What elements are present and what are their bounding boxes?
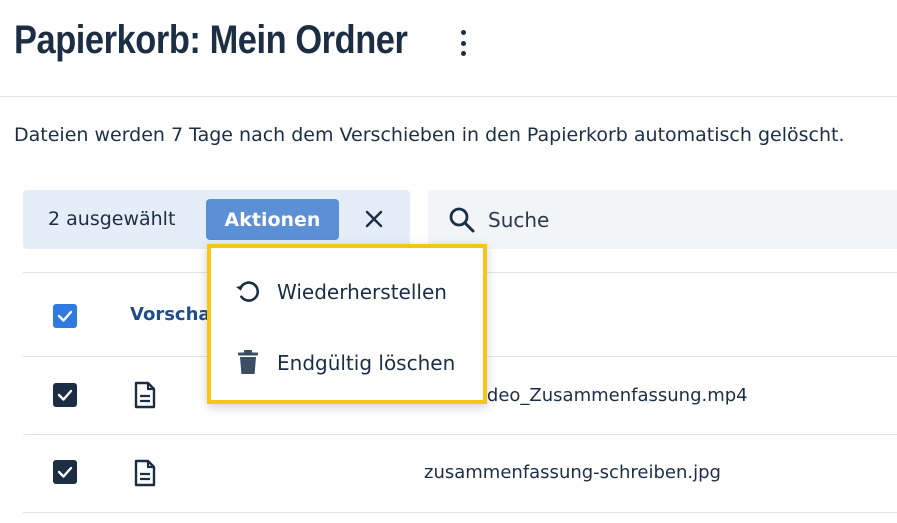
- selection-count: 2 ausgewählt: [48, 208, 176, 230]
- menu-item-restore[interactable]: Wiederherstellen: [211, 262, 483, 322]
- page-title: Papierkorb: Mein Ordner: [14, 18, 408, 62]
- menu-item-label: Endgültig löschen: [277, 351, 456, 375]
- actions-menu: Wiederherstellen Endgültig löschen: [207, 244, 487, 404]
- check-icon: [57, 310, 73, 322]
- trash-icon: [238, 350, 258, 374]
- file-name[interactable]: zusammenfassung-schreiben.jpg: [424, 462, 721, 483]
- info-text: Dateien werden 7 Tage nach dem Verschieb…: [14, 124, 845, 146]
- search-input[interactable]: [488, 200, 868, 240]
- check-icon: [57, 389, 73, 401]
- file-icon: [134, 459, 156, 487]
- file-icon: [134, 381, 156, 409]
- select-all-checkbox[interactable]: [53, 304, 77, 328]
- restore-icon: [236, 281, 260, 302]
- file-name[interactable]: Video_Zusammenfassung.mp4: [470, 385, 748, 406]
- selection-bar: 2 ausgewählt Aktionen: [23, 190, 410, 249]
- search-icon: [449, 207, 475, 233]
- close-icon[interactable]: [363, 208, 385, 230]
- check-icon: [57, 466, 73, 478]
- row-checkbox[interactable]: [53, 460, 77, 484]
- search-box: [428, 190, 897, 249]
- table-divider: [23, 512, 897, 513]
- table-divider: [23, 434, 897, 435]
- actions-button[interactable]: Aktionen: [206, 199, 339, 240]
- more-options-icon[interactable]: [452, 28, 474, 58]
- header-divider: [0, 96, 897, 97]
- row-checkbox[interactable]: [53, 383, 77, 407]
- menu-item-delete-permanently[interactable]: Endgültig löschen: [211, 333, 483, 393]
- menu-item-label: Wiederherstellen: [277, 280, 447, 304]
